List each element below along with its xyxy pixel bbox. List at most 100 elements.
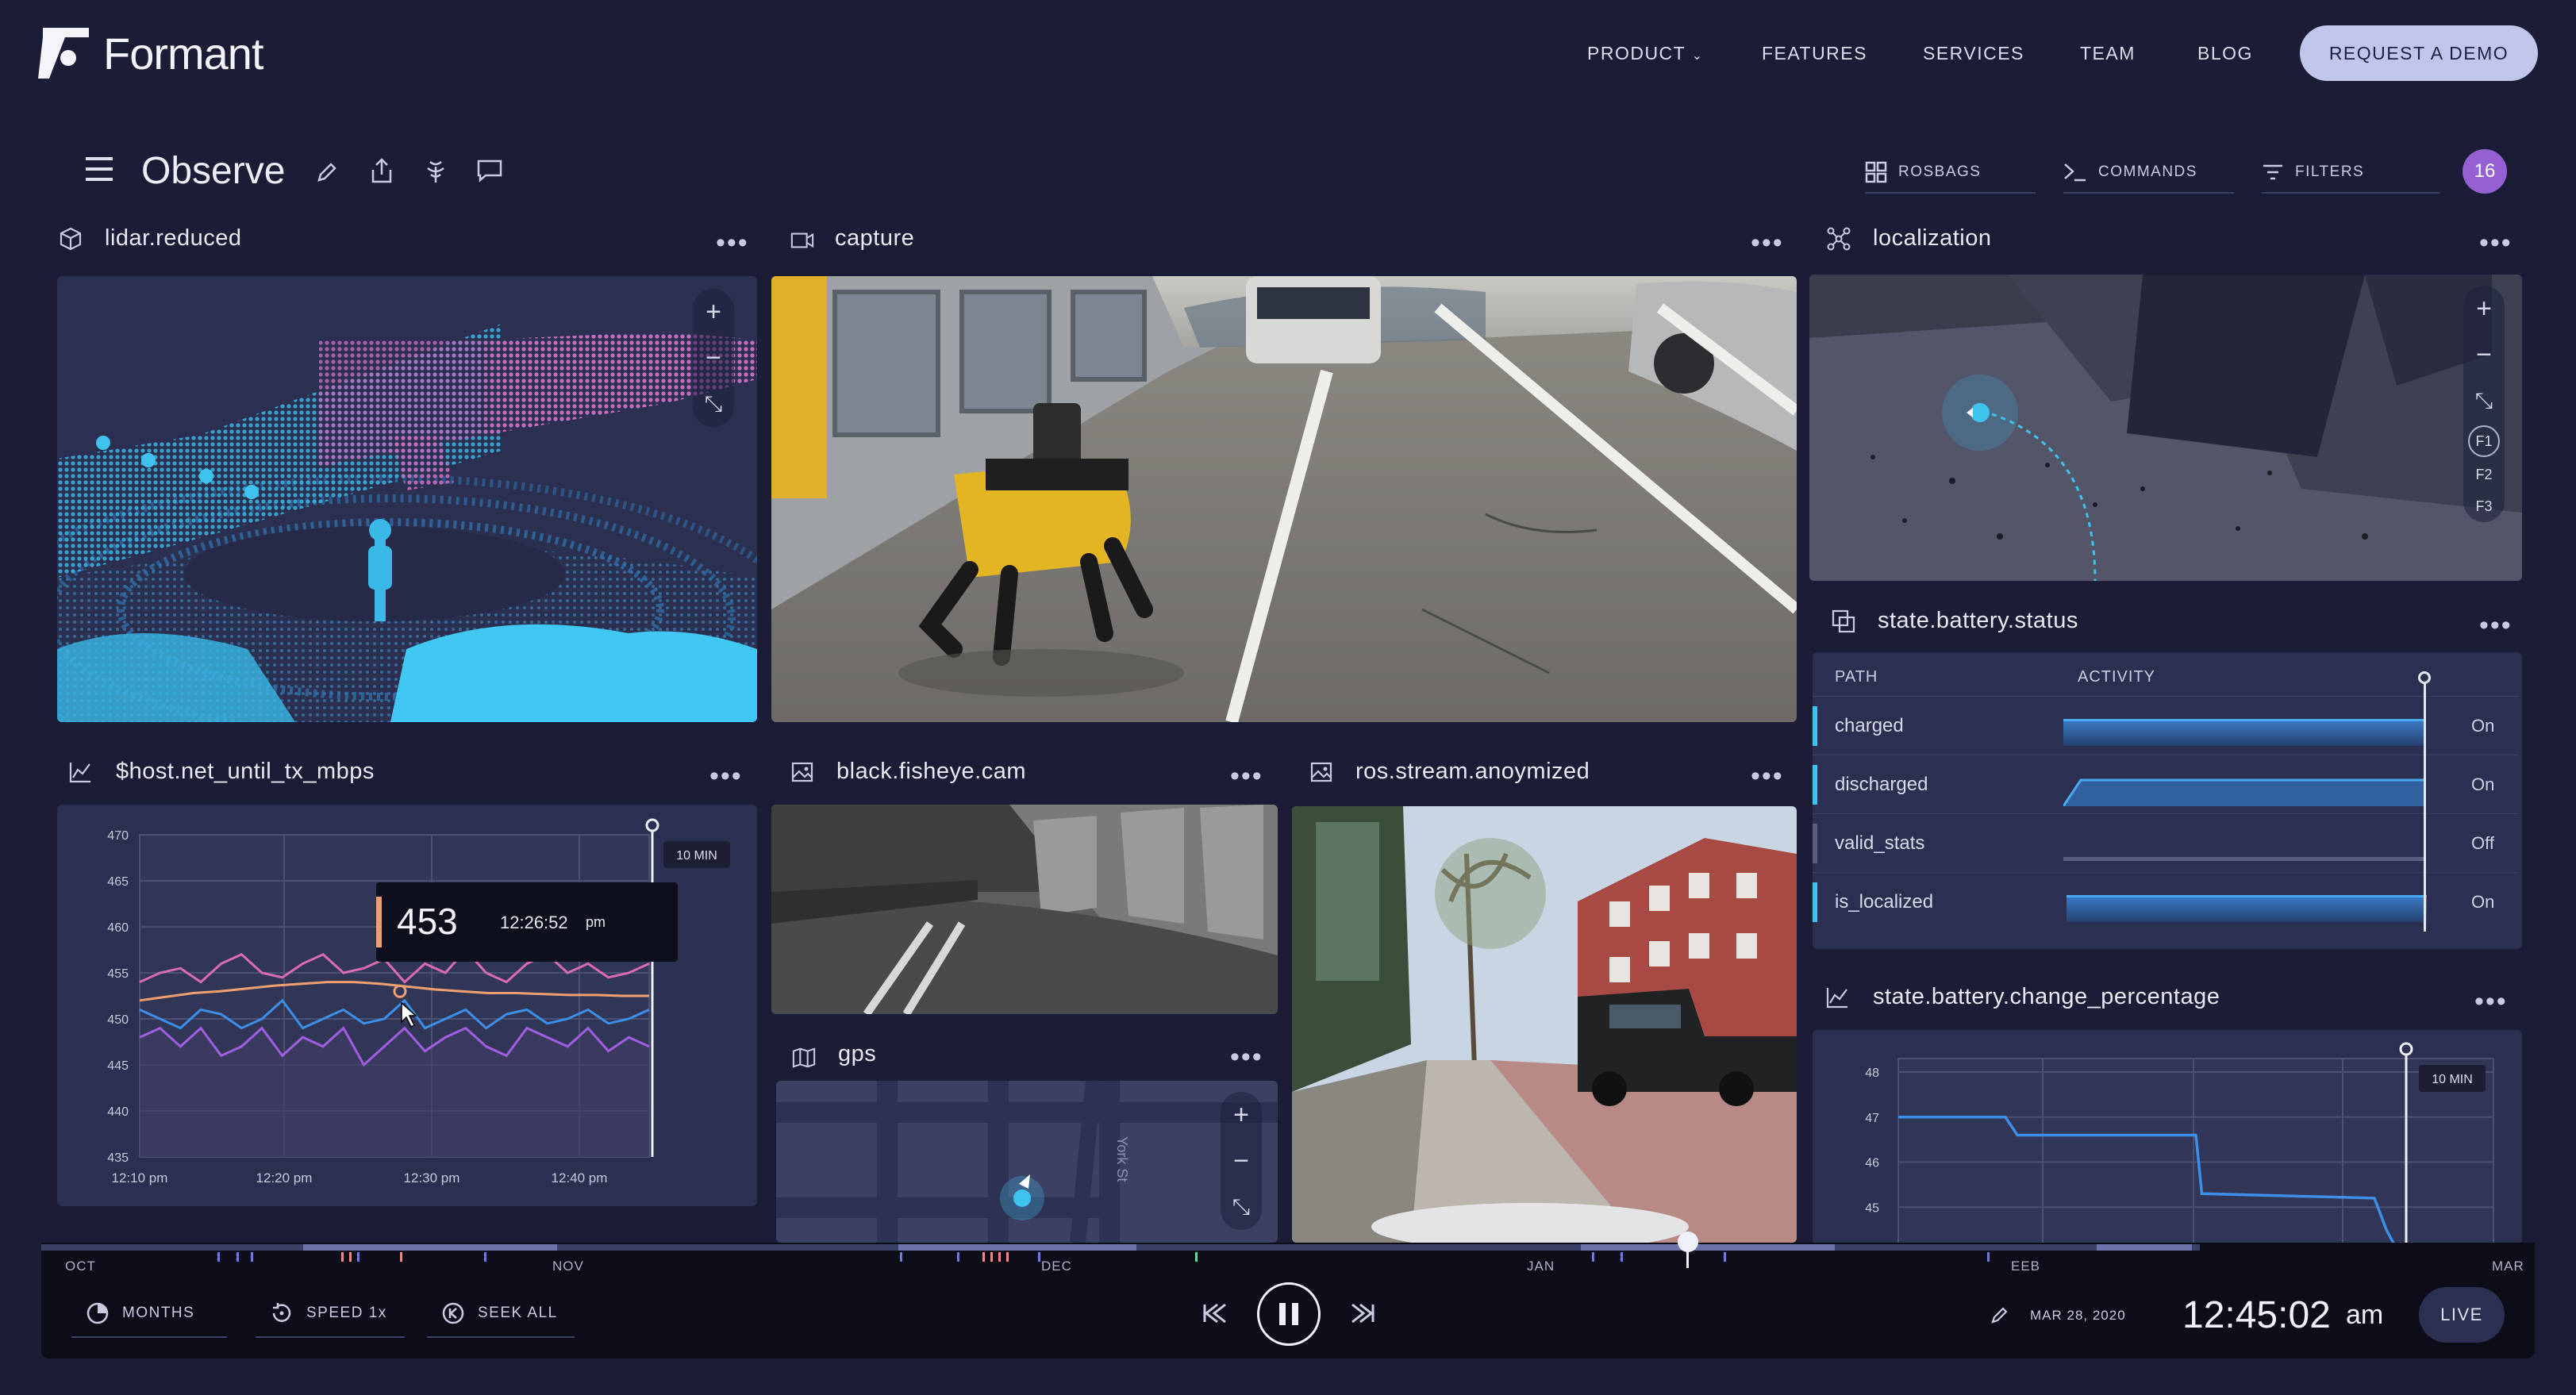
ros-panel-title: ros.stream.anoymized: [1355, 759, 1590, 784]
capture-panel-title: capture: [835, 225, 915, 251]
net-chart-title: $host.net_until_tx_mbps: [116, 759, 375, 784]
timeline-range: [898, 1244, 1136, 1251]
menu-icon[interactable]: [86, 157, 113, 181]
signal-icon[interactable]: [424, 159, 448, 184]
tab-filters[interactable]: FILTERS: [2262, 152, 2440, 194]
zoom-out-icon[interactable]: −: [1233, 1138, 1249, 1184]
gps-map[interactable]: York St + − ⤡: [776, 1081, 1278, 1243]
net-chart[interactable]: 435 440 445 450 455 460 465 470 12:10 pm 12:20 pm…: [57, 805, 757, 1206]
table-row[interactable]: discharged On: [1813, 755, 2519, 813]
skip-back-icon[interactable]: [1201, 1301, 1228, 1325]
tooltip-time: 12:26:52: [500, 913, 568, 932]
table-row[interactable]: is_localized On: [1813, 872, 2519, 931]
edit-date-icon[interactable]: [1990, 1305, 2009, 1324]
y-tick-label: 450: [107, 1013, 129, 1027]
event-tick: [1724, 1252, 1726, 1262]
share-icon[interactable]: [370, 157, 394, 184]
nav-features[interactable]: FEATURES: [1762, 43, 1867, 64]
activity-bar: [2063, 778, 2424, 806]
ros-video[interactable]: [1292, 806, 1797, 1243]
window-label: 10 MIN: [2432, 1073, 2473, 1086]
chart-tooltip: 453 12:26:52 pm: [376, 882, 678, 962]
table-row[interactable]: charged On: [1813, 696, 2519, 755]
y-tick-label: 47: [1865, 1112, 1879, 1125]
notification-badge[interactable]: 16: [2463, 149, 2507, 194]
capture-video[interactable]: [771, 276, 1797, 722]
speed-icon: [272, 1303, 291, 1322]
months-button[interactable]: MONTHS: [71, 1290, 227, 1338]
nav-blog[interactable]: BLOG: [2197, 43, 2253, 64]
localization-map[interactable]: + − ⤡ F1 F2 F3: [1809, 275, 2522, 581]
y-tick-label: 48: [1865, 1066, 1879, 1080]
edit-icon[interactable]: [316, 161, 338, 183]
graph-nodes-icon: [1827, 227, 1851, 251]
x-tick-label: 12:40 pm: [552, 1170, 608, 1186]
event-tick: [1006, 1252, 1009, 1262]
image-icon: [791, 762, 813, 782]
zoom-out-icon[interactable]: −: [706, 335, 721, 381]
skip-forward-icon[interactable]: [1349, 1301, 1376, 1325]
seek-icon: [442, 1302, 464, 1324]
event-tick: [900, 1252, 902, 1262]
recenter-icon[interactable]: ⤡: [2475, 378, 2493, 424]
lidar-point-cloud: [57, 276, 757, 722]
comment-icon[interactable]: [476, 159, 503, 183]
playhead-handle: [645, 818, 659, 832]
floor-f2-button[interactable]: F2: [2475, 459, 2492, 490]
month-label: JAN: [1527, 1259, 1555, 1274]
battery-change-more-icon[interactable]: •••: [2474, 988, 2508, 1015]
x-tick-label: 12:10 pm: [112, 1170, 168, 1186]
playhead-line: [2424, 676, 2426, 932]
live-button[interactable]: LIVE: [2419, 1287, 2505, 1343]
lidar-view[interactable]: + − ⤡: [57, 276, 757, 722]
gps-more-icon[interactable]: •••: [1230, 1043, 1263, 1070]
pause-button[interactable]: [1257, 1282, 1321, 1346]
event-tick: [217, 1252, 220, 1262]
pie-icon: [87, 1302, 109, 1324]
event-tick: [357, 1252, 359, 1262]
zoom-in-icon[interactable]: +: [1233, 1092, 1249, 1138]
lidar-more-icon[interactable]: •••: [716, 229, 749, 256]
fisheye-video[interactable]: [771, 805, 1278, 1014]
localization-more-icon[interactable]: •••: [2479, 229, 2513, 256]
request-demo-button[interactable]: REQUEST A DEMO: [2300, 25, 2538, 81]
event-tick: [1592, 1252, 1594, 1262]
window-label: 10 MIN: [676, 849, 717, 863]
playhead-handle[interactable]: [2418, 671, 2431, 684]
table-row[interactable]: valid_stats Off: [1813, 813, 2519, 872]
recenter-icon[interactable]: ⤡: [1232, 1184, 1250, 1230]
row-state: On: [2471, 774, 2495, 794]
nav-product[interactable]: PRODUCT ⌄: [1587, 43, 1704, 64]
zoom-in-icon[interactable]: +: [706, 289, 721, 335]
street-camera-image: [1292, 806, 1797, 1243]
battery-change-chart[interactable]: 45 46 47 48 10 MIN: [1813, 1030, 2522, 1244]
col-activity: ACTIVITY: [2078, 668, 2156, 686]
formant-logo[interactable]: Formant: [38, 25, 263, 81]
y-tick-label: 460: [107, 921, 129, 935]
floor-f3-button[interactable]: F3: [2475, 490, 2492, 522]
speed-button[interactable]: SPEED 1x: [256, 1290, 405, 1338]
fisheye-more-icon[interactable]: •••: [1230, 763, 1263, 790]
tab-filters-label: FILTERS: [2295, 163, 2365, 180]
ros-more-icon[interactable]: •••: [1751, 763, 1784, 790]
tab-rosbags[interactable]: ROSBAGS: [1865, 152, 2036, 194]
zoom-in-icon[interactable]: +: [2476, 286, 2492, 332]
fisheye-panel-title: black.fisheye.cam: [836, 759, 1026, 784]
floor-f1-button[interactable]: F1: [2468, 424, 2500, 459]
event-tick: [1038, 1252, 1040, 1262]
event-tick: [990, 1252, 993, 1262]
nav-services[interactable]: SERVICES: [1923, 43, 2024, 64]
timeline-range: [1581, 1244, 1835, 1251]
tab-commands[interactable]: COMMANDS: [2063, 152, 2234, 194]
battery-status-more-icon[interactable]: •••: [2479, 612, 2513, 639]
seek-all-button[interactable]: SEEK ALL: [427, 1290, 575, 1338]
capture-more-icon[interactable]: •••: [1751, 229, 1784, 256]
net-plot: 435 440 445 450 455 460 465 470 12:10 pm 12:20 pm…: [107, 818, 730, 1186]
row-path: discharged: [1835, 773, 1928, 795]
zoom-out-icon[interactable]: −: [2476, 332, 2492, 378]
nav-team[interactable]: TEAM: [2080, 43, 2136, 64]
recenter-icon[interactable]: ⤡: [705, 381, 722, 427]
y-tick-label: 445: [107, 1059, 129, 1073]
timeline-scrubber[interactable]: [1678, 1232, 1698, 1252]
net-more-icon[interactable]: •••: [709, 763, 743, 790]
